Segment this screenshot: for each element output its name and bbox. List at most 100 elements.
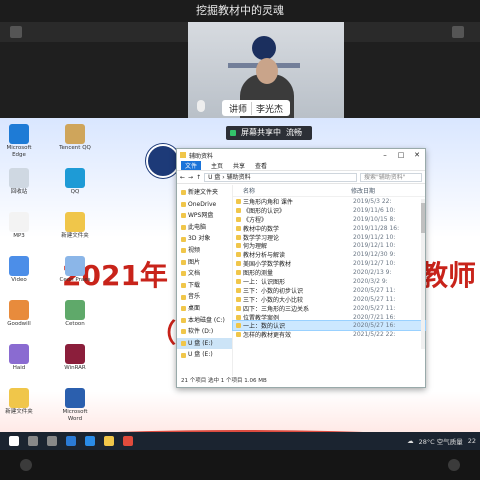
file-row[interactable]: 《图形的认识》 2019/11/6 10: — [233, 206, 425, 215]
file-row[interactable]: 三下：小数的大小比较 2020/5/27 11: — [233, 295, 425, 304]
start-icon[interactable] — [9, 436, 19, 446]
file-explorer-window[interactable]: 辅助资料 – □ ✕ 文件 主页 共享 查看 ← → ↑ U 盘 › 辅助资料 … — [176, 148, 426, 388]
desktop-icon[interactable]: Tencent QQ — [56, 124, 94, 152]
clock[interactable]: 22 — [468, 437, 476, 445]
nav-item[interactable]: OneDrive — [177, 199, 232, 211]
desktop-icon[interactable]: WinRAR — [56, 344, 94, 372]
file-row[interactable]: 图形的测量 2020/2/13 9: — [233, 268, 425, 277]
tab-file[interactable]: 文件 — [181, 161, 202, 170]
minimize-icon[interactable]: – — [377, 149, 393, 161]
file-row[interactable]: 教材分析与解读 2019/12/30 9: — [233, 250, 425, 259]
file-row[interactable]: 三下：小数的初步认识 2020/5/27 11: — [233, 286, 425, 295]
file-name: 美国小学数学教材 — [243, 261, 292, 269]
nav-folder-icon — [181, 329, 186, 335]
nav-item[interactable]: 新建文件夹 — [177, 187, 232, 199]
app-icon — [65, 256, 85, 276]
desktop-icon[interactable]: MP3 — [0, 212, 38, 240]
explorer-icon[interactable] — [104, 436, 114, 446]
file-row[interactable]: 《方程》 2019/10/15 8: — [233, 215, 425, 224]
column-name[interactable]: 名称 — [233, 186, 351, 195]
task-view-icon[interactable] — [47, 436, 57, 446]
nav-item[interactable]: U 盘 (E:) — [177, 349, 232, 361]
file-row[interactable]: 三角形内角和 课件 2019/5/3 22: — [233, 197, 425, 206]
nav-item[interactable]: 桌面 — [177, 303, 232, 315]
file-list: 名称 修改日期 三角形内角和 课件 2019/5/3 22: 《图形的认识》 2019… — [232, 185, 426, 377]
window-title-bar[interactable]: 辅助资料 – □ ✕ — [177, 149, 425, 161]
file-row[interactable]: 一上：认识图形 2020/3/2 9: — [233, 277, 425, 286]
desktop-icon[interactable]: Video — [0, 256, 38, 284]
desktop-icon[interactable]: 新建文件夹 — [0, 388, 38, 416]
nav-folder-icon — [181, 271, 186, 277]
menu-icon[interactable] — [10, 26, 22, 38]
weather-text[interactable]: 28°C 空气质量 — [419, 436, 463, 446]
close-icon[interactable]: ✕ — [409, 149, 425, 161]
nav-item[interactable]: 本地磁盘 (C:) — [177, 315, 232, 327]
file-name: 三角形内角和 课件 — [243, 198, 293, 206]
file-row[interactable]: 何为理解 2019/12/1 10: — [233, 241, 425, 250]
nav-item[interactable]: WPS网盘 — [177, 210, 232, 222]
tab-share[interactable]: 共享 — [233, 161, 245, 170]
nav-item[interactable]: 音乐 — [177, 291, 232, 303]
file-row[interactable]: 位置教学案例 2020/7/21 16: — [233, 313, 425, 322]
mic-button[interactable] — [20, 459, 32, 471]
nav-item[interactable]: 此电脑 — [177, 222, 232, 234]
desktop-icon-label: 新建文件夹 — [61, 233, 89, 239]
nav-item-label: 本地磁盘 (C:) — [188, 316, 225, 324]
ribbon-tabs: 文件 主页 共享 查看 — [177, 161, 425, 171]
nav-item[interactable]: U 盘 (E:) — [177, 337, 232, 350]
app-icon — [9, 300, 29, 320]
desktop-icon-label: Microsoft Edge — [6, 145, 32, 158]
scroll-thumb[interactable] — [421, 203, 425, 233]
file-row[interactable]: 教材中的数学 2019/11/28 16: — [233, 224, 425, 233]
file-row[interactable]: 怎样的教材更有效 2021/5/22 22: — [233, 330, 425, 339]
maximize-icon[interactable]: □ — [393, 149, 409, 161]
up-icon[interactable]: ↑ — [196, 174, 201, 181]
back-icon[interactable]: ← — [180, 174, 185, 181]
forward-icon[interactable]: → — [188, 174, 193, 181]
file-date: 2019/12/1 10: — [353, 242, 396, 250]
nav-folder-icon — [181, 190, 186, 196]
column-date[interactable]: 修改日期 — [351, 186, 411, 195]
edge-icon[interactable] — [66, 436, 76, 446]
desktop-icon-label: 回收站 — [10, 189, 28, 195]
desktop-icon[interactable]: 新建文件夹 — [56, 212, 94, 240]
tab-home[interactable]: 主页 — [211, 161, 223, 170]
nav-item[interactable]: 3D 对象 — [177, 233, 232, 245]
file-row[interactable]: 一上：数的认识 2020/5/27 16: — [232, 320, 426, 332]
file-name: 三下：小数的初步认识 — [243, 287, 304, 295]
tab-view[interactable]: 查看 — [255, 161, 267, 170]
file-icon — [236, 278, 241, 284]
settings-icon[interactable] — [452, 26, 464, 38]
leave-button[interactable] — [448, 459, 460, 471]
app-icon — [65, 212, 85, 232]
desktop-icon[interactable]: Ceon Praes — [56, 256, 94, 284]
app-icon[interactable] — [123, 436, 133, 446]
file-row[interactable]: 美国小学数学教材 2019/12/7 10: — [233, 259, 425, 268]
nav-item[interactable]: 图片 — [177, 257, 232, 269]
desktop-icon-label: WinRAR — [64, 365, 86, 371]
screen-share-indicator[interactable]: 屏幕共享中 流畅 — [226, 126, 312, 140]
wps-icon[interactable] — [85, 436, 95, 446]
nav-item[interactable]: 软件 (D:) — [177, 326, 232, 338]
desktop-icon[interactable]: Microsoft Word — [56, 388, 94, 423]
desktop-icon[interactable]: Cetoon — [56, 300, 94, 328]
nav-item[interactable]: 视频 — [177, 245, 232, 257]
file-date: 2021/5/22 22: — [353, 331, 396, 339]
nav-item[interactable]: 文档 — [177, 268, 232, 280]
address-bar[interactable]: U 盘 › 辅助资料 — [204, 172, 357, 182]
mic-icon — [197, 100, 205, 112]
search-icon[interactable] — [28, 436, 38, 446]
desktop-icon[interactable]: Goodwill — [0, 300, 38, 328]
nav-folder-icon — [181, 341, 186, 347]
search-input[interactable]: 搜索"辅助资料" — [360, 172, 422, 182]
desktop-icon[interactable]: Microsoft Edge — [0, 124, 38, 159]
file-row[interactable]: 四下：三角形的三边关系 2020/5/27 11: — [233, 304, 425, 313]
nav-item-label: 图片 — [188, 258, 201, 266]
desktop-icon[interactable]: QQ — [56, 168, 94, 196]
file-row[interactable]: 数学学习理论 2019/11/2 10: — [233, 233, 425, 242]
file-name: 何为理解 — [243, 243, 268, 251]
nav-item[interactable]: 下载 — [177, 280, 232, 292]
desktop-icon[interactable]: 回收站 — [0, 168, 38, 196]
desktop-icon[interactable]: Haid — [0, 344, 38, 372]
file-icon — [236, 270, 241, 276]
